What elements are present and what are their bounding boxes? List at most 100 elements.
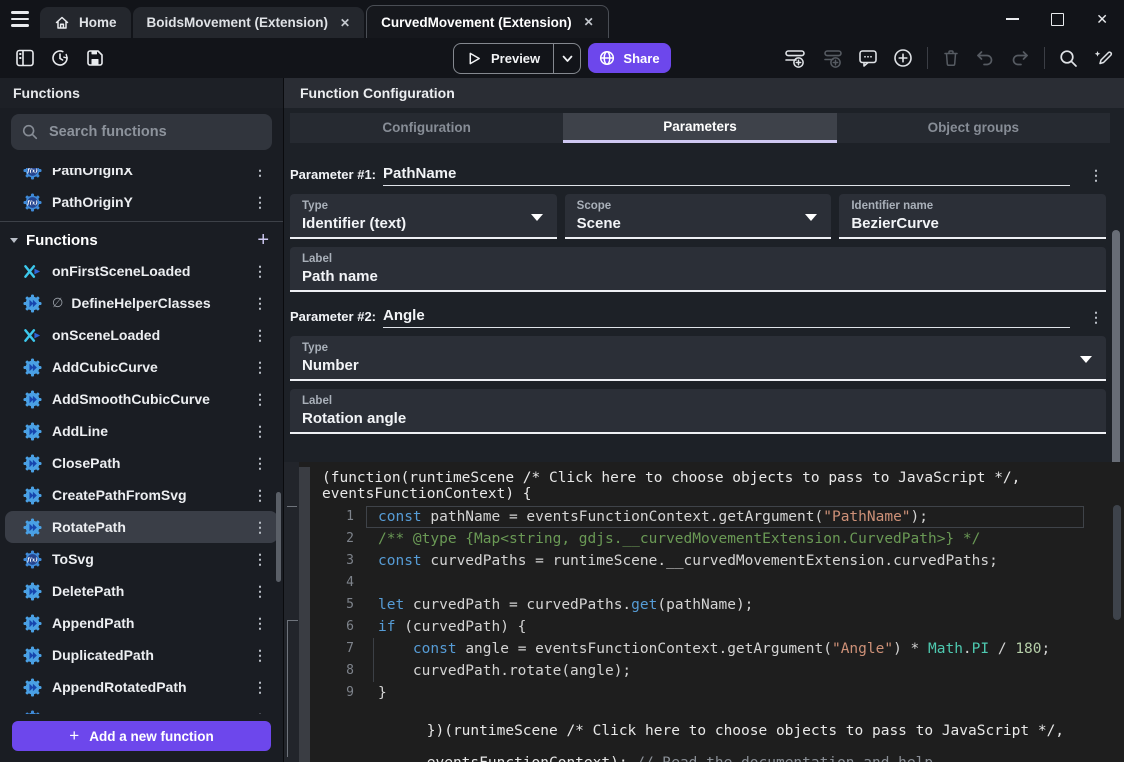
preview-button[interactable]: Preview xyxy=(453,43,581,74)
history-icon[interactable] xyxy=(50,48,70,68)
minimize-button[interactable] xyxy=(1006,18,1019,20)
expression-function-icon: f(x) xyxy=(23,168,42,180)
main-panel: Function Configuration ConfigurationPara… xyxy=(284,78,1124,762)
code-line-5[interactable]: 5let curvedPath = curvedPaths.get(pathNa… xyxy=(310,594,1124,616)
collapse-arrow-icon[interactable] xyxy=(10,238,18,243)
line-number: 2 xyxy=(310,528,354,550)
search-functions-input[interactable] xyxy=(47,123,262,141)
code-scrollbar[interactable] xyxy=(1113,505,1121,620)
add-function-button[interactable]: + Add a new function xyxy=(12,721,271,751)
item-menu-icon[interactable]: ⋮ xyxy=(250,195,270,209)
main-menu-button[interactable] xyxy=(0,0,40,38)
add-comment-icon[interactable] xyxy=(857,47,879,69)
sidebar-item-DeletePath[interactable]: DeletePath⋮ xyxy=(5,575,278,607)
item-menu-icon[interactable]: ⋮ xyxy=(250,584,270,598)
parameters-scrollbar[interactable] xyxy=(1112,230,1120,474)
code-line-2[interactable]: 2/** @type {Map<string, gdjs.__curvedMov… xyxy=(310,528,1124,550)
sidebar-item-AppendPath[interactable]: AppendPath⋮ xyxy=(5,607,278,639)
item-menu-icon[interactable]: ⋮ xyxy=(250,328,270,342)
maximize-button[interactable] xyxy=(1051,13,1064,26)
parameter-menu-icon[interactable]: ⋮ xyxy=(1086,168,1106,186)
project-manager-icon[interactable] xyxy=(15,48,35,68)
code-line-1[interactable]: 1const pathName = eventsFunctionContext.… xyxy=(310,506,1124,528)
preview-dropdown-button[interactable] xyxy=(554,44,580,73)
search-icon[interactable] xyxy=(1058,48,1079,69)
item-menu-icon[interactable]: ⋮ xyxy=(250,520,270,534)
scope-field[interactable]: ScopeScene xyxy=(565,194,832,239)
item-menu-icon[interactable]: ⋮ xyxy=(250,296,270,310)
item-menu-icon[interactable]: ⋮ xyxy=(250,360,270,374)
sidebar-item-onFirstSceneLoaded[interactable]: onFirstSceneLoaded⋮ xyxy=(5,255,278,287)
item-menu-icon[interactable]: ⋮ xyxy=(250,552,270,566)
tab-parameters[interactable]: Parameters xyxy=(563,113,836,143)
item-menu-icon[interactable]: ⋮ xyxy=(250,392,270,406)
parameter-name-input[interactable]: Angle xyxy=(383,307,1070,328)
identifier-name-field[interactable]: Identifier nameBezierCurve xyxy=(839,194,1106,239)
item-menu-icon[interactable]: ⋮ xyxy=(250,680,270,694)
add-subevent-icon[interactable] xyxy=(820,46,844,70)
code-line-9[interactable]: 9} xyxy=(310,682,1124,704)
search-functions-box[interactable] xyxy=(11,114,272,150)
code-wrapper-header[interactable]: (function(runtimeScene /* Click here to … xyxy=(310,467,1124,503)
add-event-icon[interactable] xyxy=(783,46,807,70)
sidebar-scrollbar[interactable] xyxy=(276,492,281,582)
code-line-6[interactable]: 6if (curvedPath) { xyxy=(310,616,1124,638)
tab-boidsmovement[interactable]: BoidsMovement (Extension) ✕ xyxy=(133,7,365,38)
action-function-icon xyxy=(23,486,42,505)
tab-curvedmovement[interactable]: CurvedMovement (Extension) ✕ xyxy=(366,5,609,38)
sidebar-item-PathOriginX[interactable]: f(x)PathOriginX⋮ xyxy=(5,168,278,186)
line-number: 3 xyxy=(310,550,354,572)
tab-home[interactable]: Home xyxy=(40,7,131,38)
sidebar-item-ToSvg[interactable]: f(x)ToSvg⋮ xyxy=(5,543,278,575)
label-field[interactable]: LabelPath name xyxy=(290,247,1106,292)
item-menu-icon[interactable]: ⋮ xyxy=(250,456,270,470)
code-line-3[interactable]: 3const curvedPaths = runtimeScene.__curv… xyxy=(310,550,1124,572)
sidebar-item-ClosePath[interactable]: ClosePath⋮ xyxy=(5,447,278,479)
item-menu-icon[interactable]: ⋮ xyxy=(250,168,270,177)
type-field[interactable]: TypeNumber xyxy=(290,336,1106,381)
sidebar-item-onSceneLoaded[interactable]: onSceneLoaded⋮ xyxy=(5,319,278,351)
add-icon[interactable]: + xyxy=(257,230,269,250)
documentation-link[interactable]: Read the documentation and help xyxy=(662,755,933,762)
sidebar-item-AddCubicCurve[interactable]: AddCubicCurve⋮ xyxy=(5,351,278,383)
sidebar-item-SpeedScaleY[interactable]: f(x)SpeedScaleY⋮ xyxy=(5,703,278,714)
code-lines[interactable]: 1const pathName = eventsFunctionContext.… xyxy=(310,506,1124,704)
label-field[interactable]: LabelRotation angle xyxy=(290,389,1106,434)
magic-pen-icon[interactable] xyxy=(1092,47,1114,69)
close-tab-icon[interactable]: ✕ xyxy=(340,16,350,30)
code-line-4[interactable]: 4 xyxy=(310,572,1124,594)
sidebar-item-CreatePathFromSvg[interactable]: CreatePathFromSvg⋮ xyxy=(5,479,278,511)
item-menu-icon[interactable]: ⋮ xyxy=(250,264,270,278)
sidebar-item-DefineHelperClasses[interactable]: ∅DefineHelperClasses⋮ xyxy=(5,287,278,319)
sidebar-item-AppendRotatedPath[interactable]: AppendRotatedPath⋮ xyxy=(5,671,278,703)
code-editor[interactable]: (function(runtimeScene /* Click here to … xyxy=(284,462,1124,762)
sidebar-item-AddLine[interactable]: AddLine⋮ xyxy=(5,415,278,447)
sidebar-item-DuplicatedPath[interactable]: DuplicatedPath⋮ xyxy=(5,639,278,671)
sidebar-item-PathOriginY[interactable]: f(x)PathOriginY⋮ xyxy=(5,186,278,218)
type-field[interactable]: TypeIdentifier (text) xyxy=(290,194,557,239)
share-button[interactable]: Share xyxy=(588,43,671,73)
parameter-menu-icon[interactable]: ⋮ xyxy=(1086,310,1106,328)
item-menu-icon[interactable]: ⋮ xyxy=(250,648,270,662)
save-icon[interactable] xyxy=(85,48,105,68)
redo-icon[interactable] xyxy=(1009,47,1031,69)
close-window-button[interactable]: ✕ xyxy=(1096,12,1108,26)
sidebar-item-AddSmoothCubicCurve[interactable]: AddSmoothCubicCurve⋮ xyxy=(5,383,278,415)
sidebar-item-RotatePath[interactable]: RotatePath⋮ xyxy=(5,511,278,543)
tab-object-groups[interactable]: Object groups xyxy=(837,113,1110,143)
item-menu-icon[interactable]: ⋮ xyxy=(250,712,270,714)
functions-group-header[interactable]: Functions+ xyxy=(0,225,283,255)
item-menu-icon[interactable]: ⋮ xyxy=(250,424,270,438)
item-menu-icon[interactable]: ⋮ xyxy=(250,616,270,630)
add-circle-icon[interactable] xyxy=(892,47,914,69)
code-line-8[interactable]: 8 curvedPath.rotate(angle); xyxy=(310,660,1124,682)
tab-configuration[interactable]: Configuration xyxy=(290,113,563,143)
parameter-name-input[interactable]: PathName xyxy=(383,165,1070,186)
private-icon: ∅ xyxy=(52,295,63,311)
delete-icon[interactable] xyxy=(941,48,961,68)
close-tab-icon[interactable]: ✕ xyxy=(584,15,594,29)
undo-icon[interactable] xyxy=(974,47,996,69)
code-line-7[interactable]: 7 const angle = eventsFunctionContext.ge… xyxy=(310,638,1124,660)
parameter-heading: Parameter #1: xyxy=(290,167,376,186)
item-menu-icon[interactable]: ⋮ xyxy=(250,488,270,502)
